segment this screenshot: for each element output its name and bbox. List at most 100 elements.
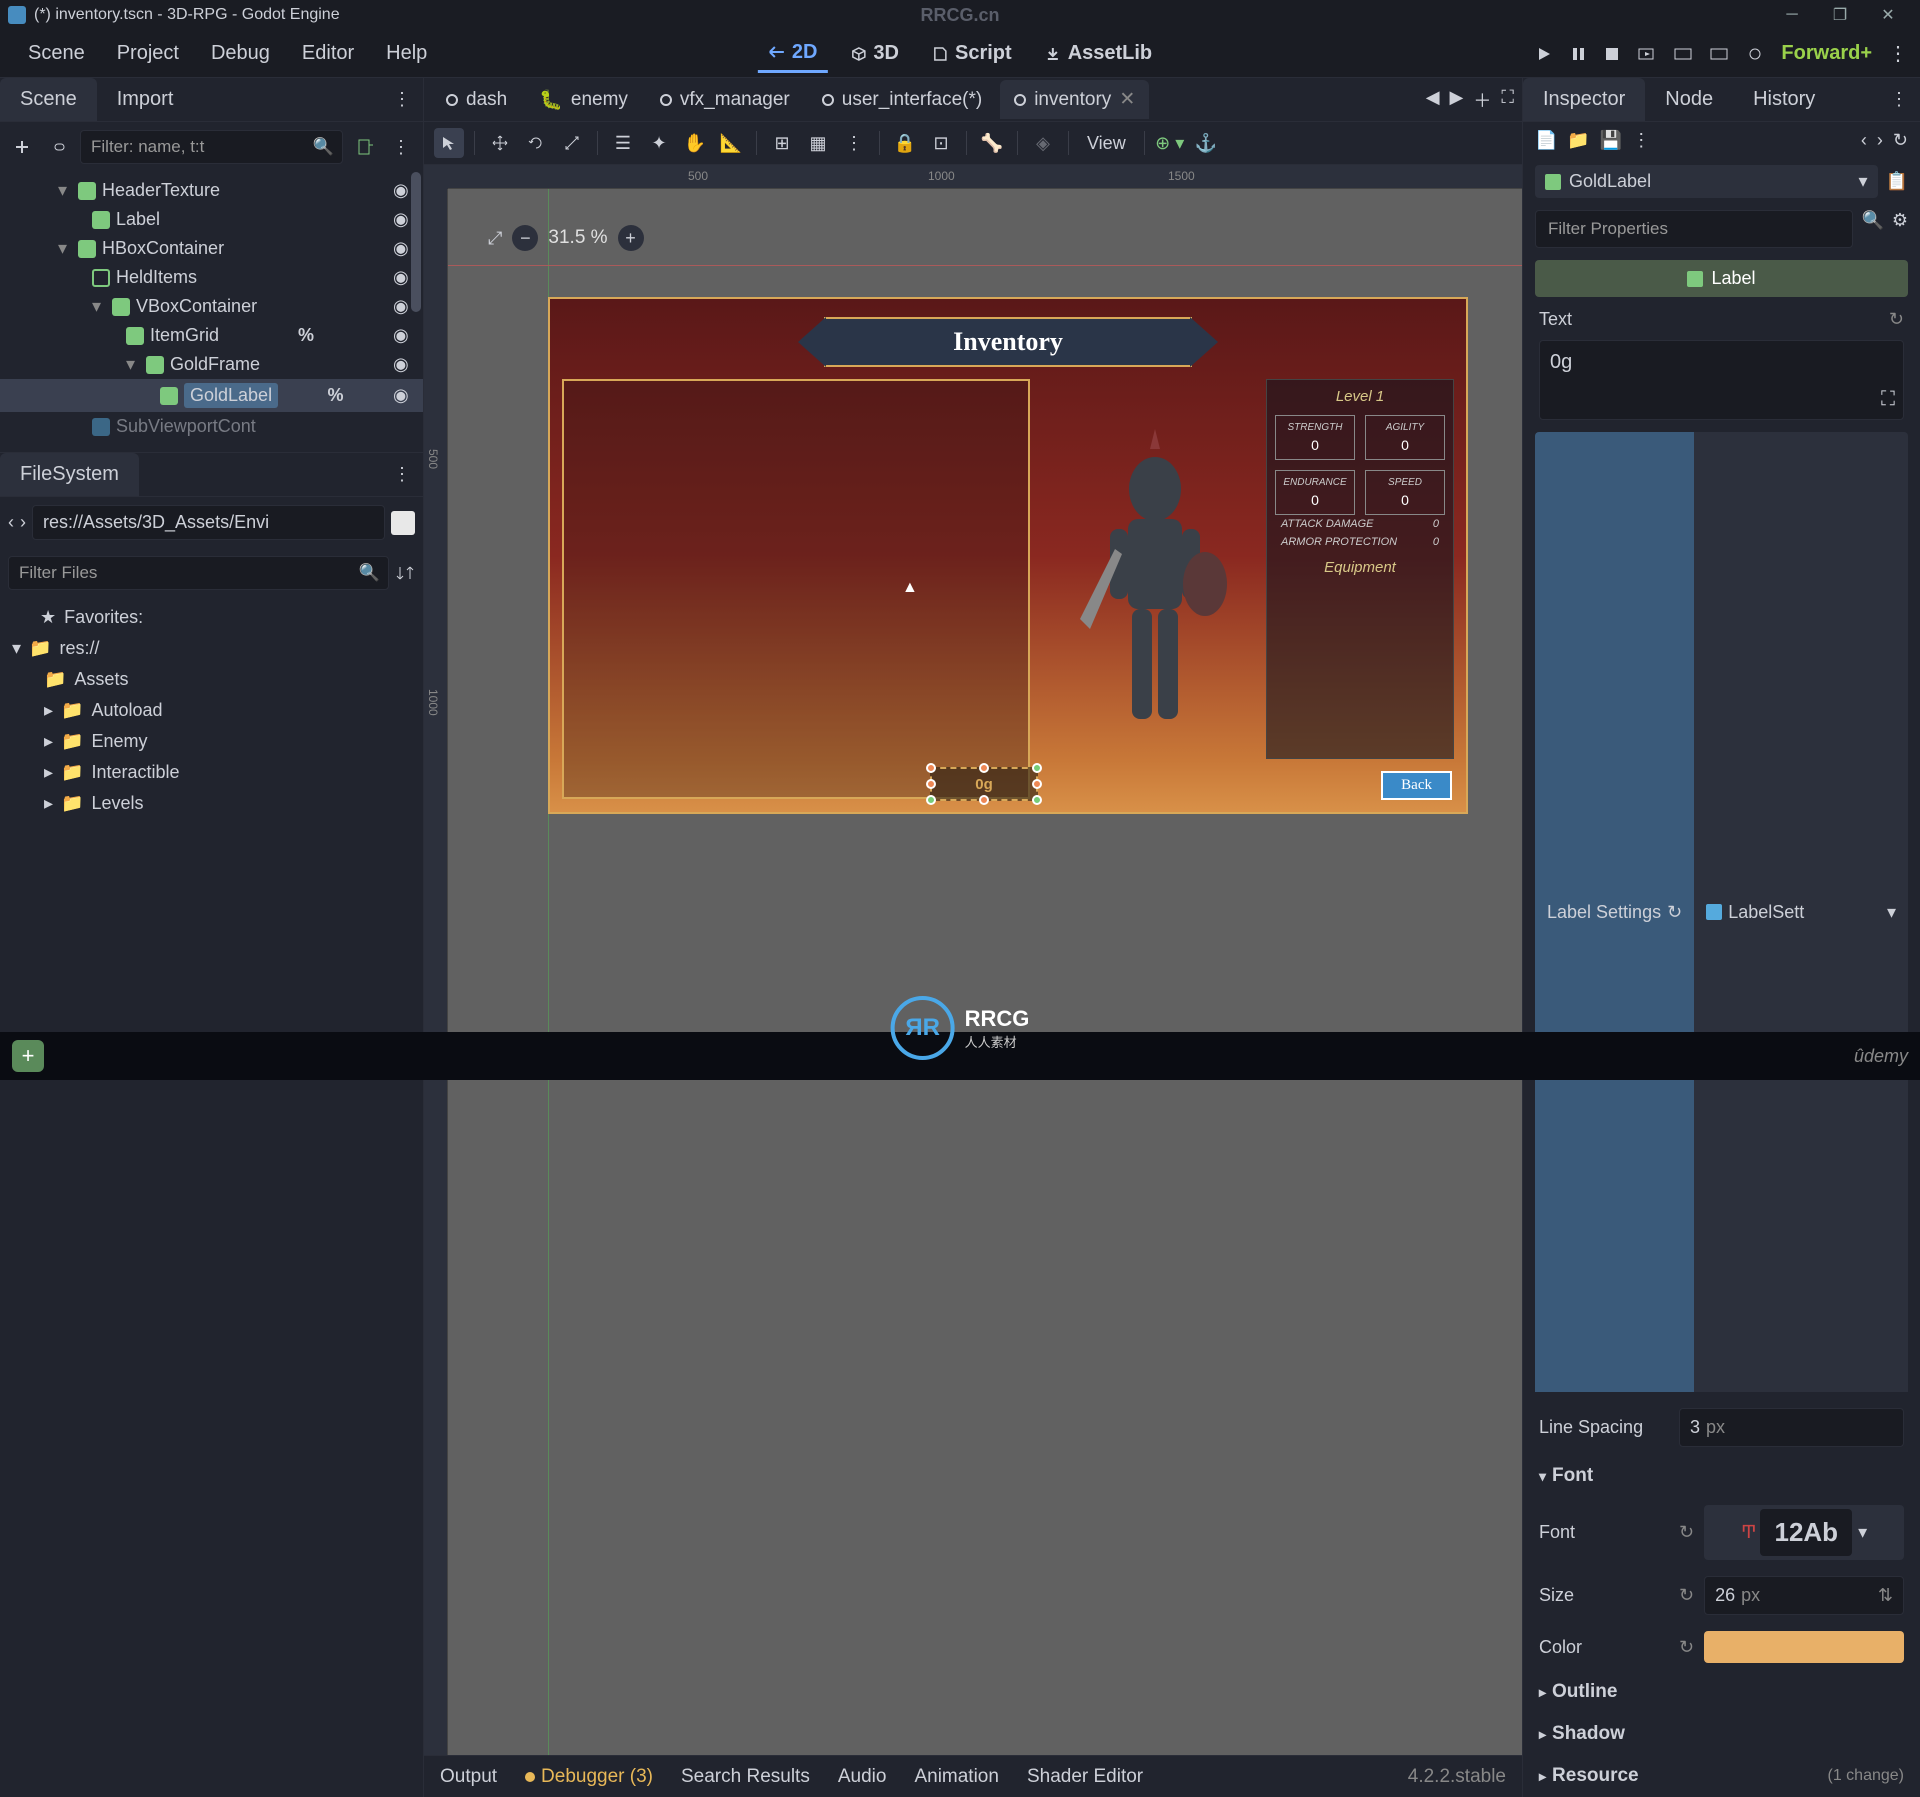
line-spacing-input[interactable]: 3px	[1679, 1408, 1904, 1447]
play-scene-button[interactable]	[1637, 45, 1657, 63]
sort-button[interactable]	[395, 563, 415, 583]
viewport[interactable]: 500 1000 1500 500 1000 ⤢ − 31.5 % + Inve…	[424, 165, 1522, 1755]
nav-back-button[interactable]: ‹	[8, 512, 14, 533]
font-resource[interactable]: Ͳ12Ab▾	[1704, 1505, 1904, 1560]
camera-button[interactable]	[1745, 45, 1765, 63]
resize-handle[interactable]	[1032, 763, 1042, 773]
reset-icon[interactable]: ↻	[1679, 1522, 1694, 1543]
tab-scene[interactable]: Scene	[0, 78, 97, 121]
resize-handle[interactable]	[1032, 795, 1042, 805]
ruler-tool[interactable]: 📐	[716, 128, 746, 158]
text-input[interactable]: 0g ⛶	[1539, 340, 1904, 420]
dots-icon[interactable]: ⋮	[1888, 41, 1908, 66]
fs-path[interactable]: res://Assets/3D_Assets/Envi	[32, 505, 385, 540]
tree-node-itemgrid[interactable]: ItemGrid%◉	[0, 321, 423, 350]
label-settings-header[interactable]: Label Settings↻	[1535, 432, 1694, 1392]
tree-node-goldlabel[interactable]: GoldLabel%◉	[0, 379, 423, 412]
stepper-icon[interactable]: ⇅	[1878, 1585, 1893, 1606]
menu-editor[interactable]: Editor	[286, 42, 370, 65]
render-mode[interactable]: Forward+	[1781, 42, 1872, 65]
prev-scene-button[interactable]: ◀	[1426, 87, 1440, 113]
settings-icon[interactable]: ⚙	[1892, 210, 1908, 248]
dots-icon[interactable]: ⋮	[387, 133, 415, 161]
tab-node[interactable]: Node	[1645, 78, 1733, 121]
resize-handle[interactable]	[979, 795, 989, 805]
tree-node-hbox[interactable]: ▾HBoxContainer◉	[0, 234, 423, 263]
workspace-3d[interactable]: 3D	[839, 35, 909, 73]
nav-fwd-button[interactable]: ›	[20, 512, 26, 533]
fs-folder-autoload[interactable]: ▸📁Autoload	[8, 695, 415, 726]
workspace-2d[interactable]: 2D	[758, 35, 828, 73]
resize-handle[interactable]	[926, 795, 936, 805]
workspace-script[interactable]: Script	[921, 35, 1022, 73]
tree-node-subviewport[interactable]: SubViewportCont	[0, 412, 423, 441]
tree-node-headertexture[interactable]: ▾HeaderTexture◉	[0, 176, 423, 205]
label-settings-resource[interactable]: LabelSett▾	[1694, 432, 1908, 1392]
history-menu[interactable]: ↻	[1893, 130, 1908, 151]
color-picker[interactable]	[1704, 1631, 1904, 1663]
resize-handle[interactable]	[926, 763, 936, 773]
tab-inspector[interactable]: Inspector	[1523, 78, 1645, 121]
fs-tree[interactable]: ★Favorites: ▾📁res:// 📁Assets ▸📁Autoload …	[0, 598, 423, 823]
tab-debugger[interactable]: Debugger (3)	[525, 1766, 653, 1788]
movie-button[interactable]	[1673, 45, 1693, 63]
font-section[interactable]: ▾Font	[1523, 1455, 1920, 1497]
inspector-node-name[interactable]: GoldLabel▾	[1535, 165, 1878, 198]
stop-button[interactable]	[1603, 45, 1621, 63]
gold-label-selected[interactable]: 0g	[930, 767, 1038, 801]
play-custom-button[interactable]	[1709, 45, 1729, 63]
scene-tab-ui[interactable]: user_interface(*)	[808, 81, 996, 119]
tab-search[interactable]: Search Results	[681, 1766, 810, 1788]
tree-node-helditems[interactable]: HeldItems◉	[0, 263, 423, 292]
color-swatch[interactable]	[391, 511, 415, 535]
shadow-section[interactable]: ▸Shadow	[1523, 1713, 1920, 1755]
menu-debug[interactable]: Debug	[195, 42, 286, 65]
grid-snap[interactable]: ▦	[803, 128, 833, 158]
anchor-button[interactable]: ⚓	[1191, 128, 1221, 158]
reset-icon[interactable]: ↻	[1679, 1637, 1694, 1658]
rotate-tool[interactable]	[521, 128, 551, 158]
expand-icon[interactable]: ⛶	[1881, 388, 1895, 411]
doc-button[interactable]: 📋	[1886, 171, 1908, 192]
resize-handle[interactable]	[926, 779, 936, 789]
inspector-filter-input[interactable]: Filter Properties	[1535, 210, 1853, 248]
reset-icon[interactable]: ↻	[1679, 1585, 1694, 1606]
menu-project[interactable]: Project	[101, 42, 195, 65]
move-tool[interactable]	[485, 128, 515, 158]
dots-icon[interactable]: ⋮	[381, 464, 423, 485]
tree-node-label[interactable]: Label◉	[0, 205, 423, 234]
link-icon[interactable]	[44, 133, 72, 161]
group-button[interactable]: ⊡	[926, 128, 956, 158]
tab-audio[interactable]: Audio	[838, 1766, 887, 1788]
scene-filter-input[interactable]: Filter: name, t:t🔍	[80, 130, 343, 164]
fs-filter-input[interactable]: Filter Files🔍	[8, 556, 389, 590]
bone-button[interactable]: 🦴	[977, 128, 1007, 158]
save-resource-button[interactable]: 💾	[1600, 130, 1622, 151]
maximize-button[interactable]: ❐	[1816, 5, 1864, 25]
tab-output[interactable]: Output	[440, 1766, 497, 1788]
scene-tab-inventory[interactable]: inventory✕	[1000, 80, 1149, 119]
tab-animation[interactable]: Animation	[914, 1766, 999, 1788]
pivot-button[interactable]: ◈	[1028, 128, 1058, 158]
history-fwd[interactable]: ›	[1877, 130, 1883, 151]
dots-icon[interactable]: ⋮	[1632, 130, 1650, 151]
scrollbar[interactable]	[411, 172, 421, 452]
add-preview-button[interactable]: ⊕ ▾	[1155, 128, 1185, 158]
play-button[interactable]	[1535, 45, 1553, 63]
lock-button[interactable]: 🔒	[890, 128, 920, 158]
fs-folder-levels[interactable]: ▸📁Levels	[8, 788, 415, 819]
resource-section[interactable]: ▸Resource(1 change)	[1523, 1755, 1920, 1797]
zoom-in-button[interactable]: +	[618, 225, 644, 251]
dots-icon[interactable]: ⋮	[839, 128, 869, 158]
next-scene-button[interactable]: ▶	[1450, 87, 1464, 113]
view-menu[interactable]: View	[1079, 133, 1134, 154]
menu-help[interactable]: Help	[370, 42, 443, 65]
dots-icon[interactable]: ⋮	[1878, 89, 1920, 110]
fs-root[interactable]: ▾📁res://	[8, 633, 415, 664]
zoom-out-button[interactable]: −	[512, 225, 538, 251]
fs-folder-assets[interactable]: 📁Assets	[8, 664, 415, 695]
fs-favorites[interactable]: ★Favorites:	[8, 602, 415, 633]
minimize-button[interactable]: ─	[1768, 6, 1816, 24]
list-tool[interactable]: ☰	[608, 128, 638, 158]
tree-node-goldframe[interactable]: ▾GoldFrame◉	[0, 350, 423, 379]
